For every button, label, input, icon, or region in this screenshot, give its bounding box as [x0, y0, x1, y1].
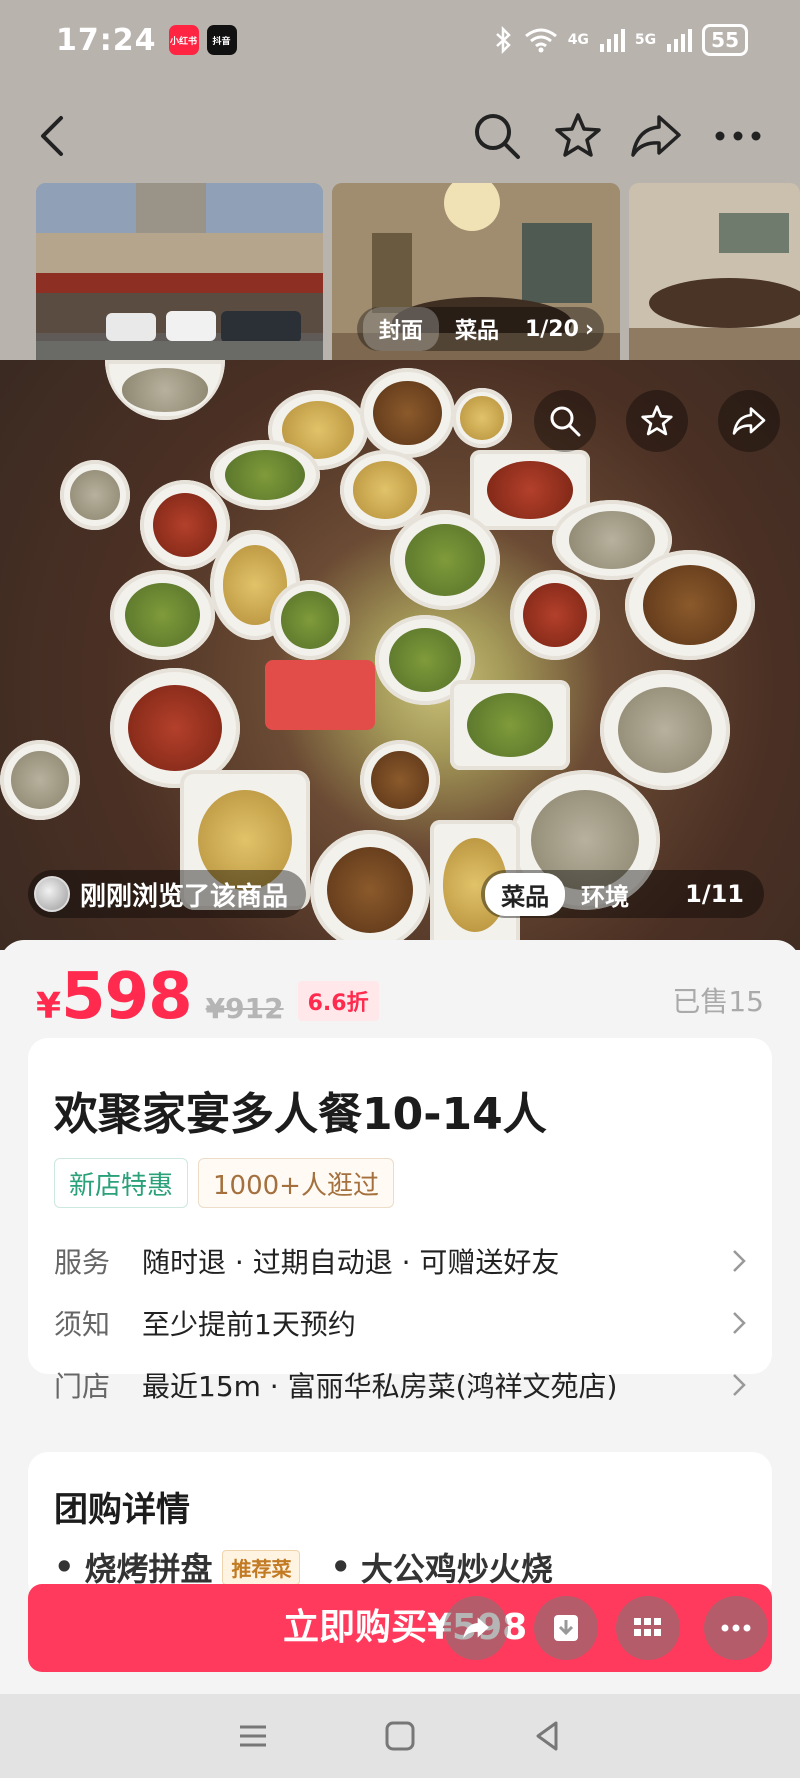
more-button[interactable]	[710, 108, 766, 164]
product-tags: 新店特惠 1000+人逛过	[54, 1158, 394, 1208]
sold-count: 已售15	[672, 985, 764, 1018]
floating-share-button[interactable]	[444, 1596, 508, 1660]
avatar	[34, 876, 70, 912]
bullet-icon: •	[54, 1548, 75, 1586]
thumb-tab-dishes[interactable]: 菜品	[439, 307, 515, 351]
deal-details-heading: 团购详情	[54, 1490, 190, 1530]
notice-label: 须知	[54, 1308, 111, 1341]
top-nav	[0, 100, 800, 170]
thumbnail-interior[interactable]: 封面 菜品 1/20 ›	[332, 183, 620, 361]
signal-4g-label: 4G	[567, 32, 589, 48]
star-icon	[641, 405, 673, 436]
chevron-right-icon	[733, 1374, 746, 1396]
back-icon	[41, 116, 63, 156]
chevron-right-icon: ›	[584, 316, 594, 342]
home-nav-icon[interactable]	[383, 1719, 417, 1753]
download-icon	[554, 1615, 578, 1641]
discount-badge: 6.6折	[297, 981, 379, 1021]
floating-more-button[interactable]	[704, 1596, 768, 1660]
wifi-icon	[524, 28, 557, 53]
star-icon	[555, 113, 601, 157]
thumb-tab-bar: 封面 菜品 1/20 ›	[356, 307, 604, 351]
header-area: 17:24 小红书 抖音 4G 5G 55 封面 菜品 1/20 ›	[0, 0, 800, 361]
search-icon	[475, 114, 520, 159]
share-icon	[732, 407, 766, 435]
recommended-badge: 推荐菜	[222, 1549, 301, 1585]
service-value: 随时退 · 过期自动退 · 可赠送好友	[142, 1246, 560, 1279]
notice-value: 至少提前1天预约	[142, 1308, 356, 1341]
status-bar: 17:24 小红书 抖音 4G 5G 55	[0, 0, 800, 80]
thumbnail-gallery[interactable]: 封面 菜品 1/20 ›	[36, 183, 800, 361]
bullet-icon: •	[330, 1548, 351, 1586]
xiaohongshu-app-icon: 小红书	[168, 25, 199, 55]
share-icon	[463, 1617, 489, 1639]
original-price: ¥912	[205, 992, 284, 1025]
more-icon	[715, 131, 761, 141]
main-photo-gallery[interactable]: 刚刚浏览了该商品 菜品 环境 1/11	[0, 360, 800, 950]
photo-favorite-button[interactable]	[626, 390, 688, 452]
photo-tab-bar: 菜品 环境 1/11	[481, 870, 764, 918]
price-value: 598	[61, 960, 193, 1034]
floating-grid-button[interactable]	[616, 1596, 680, 1660]
dining-room-image	[629, 183, 800, 361]
share-button[interactable]	[628, 108, 684, 164]
thumb-tab-cover[interactable]: 封面	[362, 307, 439, 351]
notice-row[interactable]: 须知 至少提前1天预约	[54, 1298, 746, 1348]
photo-actions	[534, 390, 780, 452]
deal-details-card: 团购详情 • 烧烤拼盘 推荐菜 • 大公鸡炒火烧	[28, 1452, 772, 1602]
store-label: 门店	[54, 1370, 111, 1403]
back-nav-icon[interactable]	[530, 1719, 564, 1753]
thumbnail-dining-room[interactable]	[629, 183, 800, 361]
search-icon	[550, 406, 581, 437]
recently-viewed-pill: 刚刚浏览了该商品	[28, 870, 307, 918]
menu-nav-icon[interactable]	[236, 1719, 270, 1753]
signal-bars-icon	[599, 29, 625, 52]
status-indicators: 4G 5G 55	[494, 24, 748, 56]
photo-search-button[interactable]	[534, 390, 596, 452]
photo-counter: 1/11	[685, 880, 744, 908]
battery-indicator: 55	[702, 24, 748, 56]
chevron-right-icon	[733, 1250, 746, 1272]
search-button[interactable]	[469, 108, 525, 164]
photo-tab-environment[interactable]: 环境	[565, 873, 645, 916]
thumbnail-storefront[interactable]	[36, 183, 323, 361]
store-value: 最近15m · 富丽华私房菜(鸿祥文苑店)	[142, 1370, 618, 1403]
store-row[interactable]: 门店 最近15m · 富丽华私房菜(鸿祥文苑店)	[54, 1360, 746, 1410]
signal-bars-icon-2	[667, 29, 693, 52]
tag-visitors: 1000+人逛过	[198, 1158, 394, 1208]
back-button[interactable]	[24, 108, 80, 164]
storefront-image	[36, 183, 323, 361]
chevron-right-icon	[733, 1312, 746, 1334]
service-row[interactable]: 服务 随时退 · 过期自动退 · 可赠送好友	[54, 1236, 746, 1286]
system-nav-bar	[0, 1694, 800, 1778]
buy-now-button[interactable]: 立即购买¥598	[28, 1584, 772, 1672]
price-currency: ¥	[36, 986, 62, 1027]
photo-tab-dishes[interactable]: 菜品	[485, 872, 566, 916]
favorite-button[interactable]	[550, 108, 606, 164]
product-card: 欢聚家宴多人餐10-14人 新店特惠 1000+人逛过 服务 随时退 · 过期自…	[28, 1038, 772, 1403]
tag-new-store-deal: 新店特惠	[54, 1158, 189, 1208]
service-label: 服务	[54, 1246, 111, 1279]
signal-5g-label: 5G	[634, 32, 657, 48]
price-row: ¥ 598 ¥912 6.6折 已售15	[36, 960, 764, 1040]
recently-viewed-text: 刚刚浏览了该商品	[80, 881, 289, 912]
thumb-counter: 1/20	[524, 316, 579, 342]
floating-download-button[interactable]	[534, 1596, 598, 1660]
douyin-app-icon: 抖音	[206, 25, 237, 55]
status-time: 17:24	[56, 22, 157, 58]
bluetooth-icon	[495, 26, 511, 54]
share-icon	[631, 115, 681, 157]
grid-icon	[634, 1618, 661, 1636]
product-title: 欢聚家宴多人餐10-14人	[54, 1089, 547, 1140]
more-icon	[721, 1624, 751, 1632]
photo-share-button[interactable]	[718, 390, 780, 452]
